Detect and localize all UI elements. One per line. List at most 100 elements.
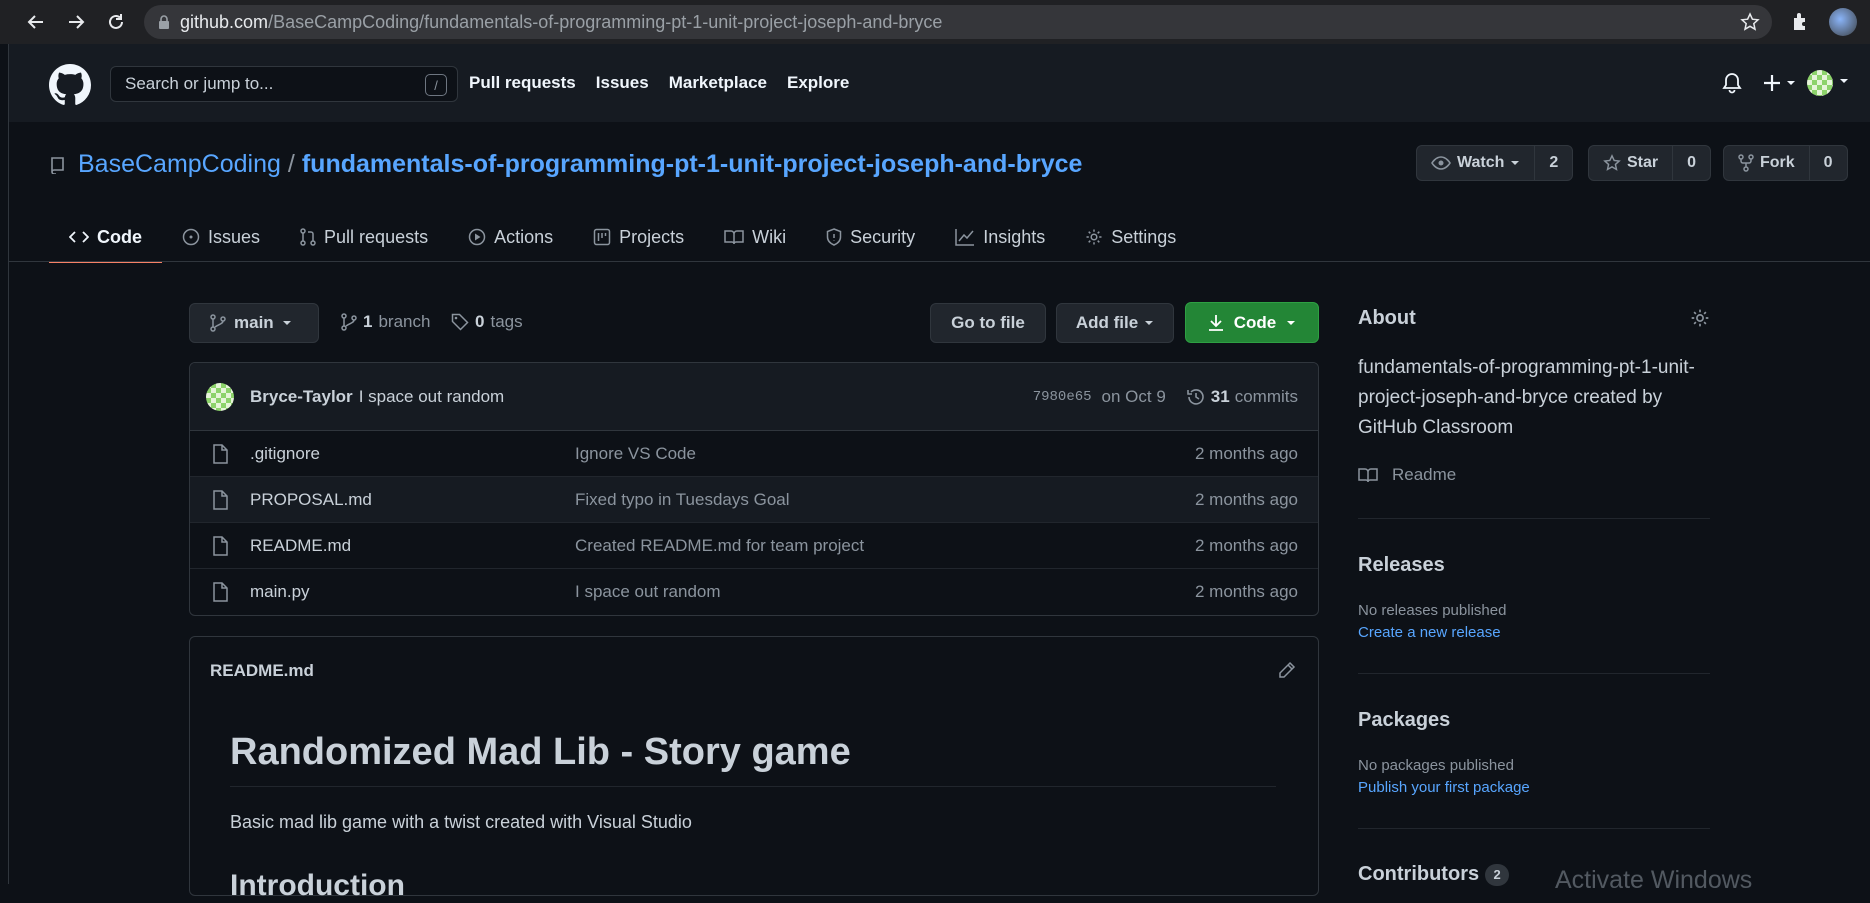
commit-author-avatar[interactable] xyxy=(206,382,234,411)
fork-button-group: Fork 0 xyxy=(1723,145,1848,181)
readme-title: Randomized Mad Lib - Story game xyxy=(230,731,851,773)
releases-empty-text: No releases published xyxy=(1358,602,1507,619)
packages-heading[interactable]: Packages xyxy=(1358,709,1450,732)
tab-insights[interactable]: Insights xyxy=(935,212,1065,262)
repo-icon xyxy=(51,156,64,174)
file-name[interactable]: main.py xyxy=(250,582,310,602)
play-icon xyxy=(468,228,486,246)
watch-count[interactable]: 2 xyxy=(1535,146,1572,180)
nav-issues[interactable]: Issues xyxy=(596,73,649,93)
add-file-button[interactable]: Add file xyxy=(1056,303,1174,343)
forward-button[interactable] xyxy=(56,2,96,42)
releases-heading[interactable]: Releases xyxy=(1358,554,1445,577)
reload-button[interactable] xyxy=(96,2,136,42)
publish-package-link[interactable]: Publish your first package xyxy=(1358,779,1530,796)
browser-toolbar: github.com/BaseCampCoding/fundamentals-o… xyxy=(0,0,1870,44)
readme-filename[interactable]: README.md xyxy=(210,661,314,681)
file-commit-message[interactable]: Ignore VS Code xyxy=(575,444,696,464)
commit-message[interactable]: I space out random xyxy=(359,387,505,407)
watch-button[interactable]: Watch xyxy=(1417,146,1536,180)
tab-settings[interactable]: Settings xyxy=(1065,212,1196,262)
readme-section-heading: Introduction xyxy=(230,869,405,902)
tab-wiki[interactable]: Wiki xyxy=(704,212,806,262)
commits-link[interactable]: 31 commits xyxy=(1186,387,1298,407)
file-name[interactable]: PROPOSAL.md xyxy=(250,490,372,510)
tab-issues[interactable]: Issues xyxy=(162,212,280,262)
branch-selector[interactable]: main xyxy=(189,303,319,343)
repo-owner-link[interactable]: BaseCampCoding xyxy=(78,150,281,179)
file-name[interactable]: .gitignore xyxy=(250,444,320,464)
chevron-down-icon[interactable] xyxy=(1839,78,1849,86)
global-nav: Pull requests Issues Marketplace Explore xyxy=(469,73,849,93)
tags-link[interactable]: 0 tags xyxy=(451,312,523,332)
window-edge xyxy=(0,44,9,884)
tab-issues-label: Issues xyxy=(208,226,261,247)
tag-icon xyxy=(451,313,469,331)
fork-count[interactable]: 0 xyxy=(1810,146,1847,180)
nav-marketplace[interactable]: Marketplace xyxy=(669,73,767,93)
about-heading: About xyxy=(1358,307,1416,329)
browser-profile-avatar[interactable] xyxy=(1829,8,1857,36)
contributors-heading[interactable]: Contributors 2 xyxy=(1358,863,1510,886)
eye-icon xyxy=(1431,156,1451,170)
code-clone-button[interactable]: Code xyxy=(1185,302,1319,343)
create-new-plus-icon[interactable] xyxy=(1762,72,1800,94)
star-count[interactable]: 0 xyxy=(1673,146,1710,180)
gear-icon[interactable] xyxy=(1690,308,1710,328)
nav-pull-requests[interactable]: Pull requests xyxy=(469,73,576,93)
user-avatar[interactable] xyxy=(1807,70,1833,96)
create-release-link[interactable]: Create a new release xyxy=(1358,624,1501,641)
notifications-bell-icon[interactable] xyxy=(1722,72,1742,94)
repo-name-link[interactable]: fundamentals-of-programming-pt-1-unit-pr… xyxy=(302,150,1083,179)
tab-code[interactable]: Code xyxy=(49,212,162,263)
tab-actions[interactable]: Actions xyxy=(448,212,573,262)
bookmark-star-icon[interactable] xyxy=(1740,12,1760,32)
chevron-down-icon xyxy=(1145,321,1154,325)
pencil-icon[interactable] xyxy=(1278,661,1296,679)
file-commit-message[interactable]: Created README.md for team project xyxy=(575,536,864,556)
file-commit-message[interactable]: I space out random xyxy=(575,582,721,602)
commit-sha[interactable]: 7980e65 xyxy=(1033,389,1092,405)
tab-projects[interactable]: Projects xyxy=(573,212,704,262)
nav-explore[interactable]: Explore xyxy=(787,73,849,93)
tab-pull-requests[interactable]: Pull requests xyxy=(280,212,448,262)
pull-request-icon xyxy=(300,228,316,246)
fork-button[interactable]: Fork xyxy=(1724,146,1810,180)
address-bar[interactable]: github.com/BaseCampCoding/fundamentals-o… xyxy=(144,5,1772,39)
file-row[interactable]: .gitignore Ignore VS Code 2 months ago xyxy=(190,431,1318,477)
file-row[interactable]: main.py I space out random 2 months ago xyxy=(190,569,1318,615)
tab-security[interactable]: Security xyxy=(806,212,935,262)
extensions-icon[interactable] xyxy=(1790,10,1812,32)
readme-link[interactable]: Readme xyxy=(1358,465,1456,485)
sidebar-divider xyxy=(1358,828,1710,829)
tab-code-label: Code xyxy=(97,226,142,247)
fork-label: Fork xyxy=(1760,154,1795,171)
url-text: github.com/BaseCampCoding/fundamentals-o… xyxy=(180,11,943,32)
back-button[interactable] xyxy=(16,2,56,42)
search-input[interactable]: Search or jump to... / xyxy=(110,66,458,102)
github-logo-icon[interactable] xyxy=(49,64,91,106)
star-button[interactable]: Star xyxy=(1589,146,1674,180)
issue-opened-icon xyxy=(182,228,200,246)
branch-word: branch xyxy=(378,312,431,331)
readme-link-label: Readme xyxy=(1392,465,1457,484)
sidebar-divider xyxy=(1358,673,1710,674)
file-row[interactable]: README.md Created README.md for team pro… xyxy=(190,523,1318,569)
search-shortcut-key: / xyxy=(425,74,447,96)
tag-count: 0 xyxy=(475,312,485,331)
readme-header: README.md xyxy=(190,637,1318,705)
commit-author[interactable]: Bryce-Taylor xyxy=(250,387,353,407)
file-name[interactable]: README.md xyxy=(250,536,351,556)
file-row[interactable]: PROPOSAL.md Fixed typo in Tuesdays Goal … xyxy=(190,477,1318,523)
code-label: Code xyxy=(1233,312,1277,332)
fork-icon xyxy=(1738,154,1754,172)
search-placeholder: Search or jump to... xyxy=(125,74,274,93)
contributors-count-badge: 2 xyxy=(1485,863,1510,886)
go-to-file-button[interactable]: Go to file xyxy=(930,303,1046,343)
file-commit-message[interactable]: Fixed typo in Tuesdays Goal xyxy=(575,490,790,510)
branches-link[interactable]: 1 branch xyxy=(341,312,430,332)
watch-button-group: Watch 2 xyxy=(1416,145,1574,181)
branch-name: main xyxy=(234,313,274,332)
project-icon xyxy=(593,228,611,246)
readme-body: Basic mad lib game with a twist created … xyxy=(230,812,692,832)
